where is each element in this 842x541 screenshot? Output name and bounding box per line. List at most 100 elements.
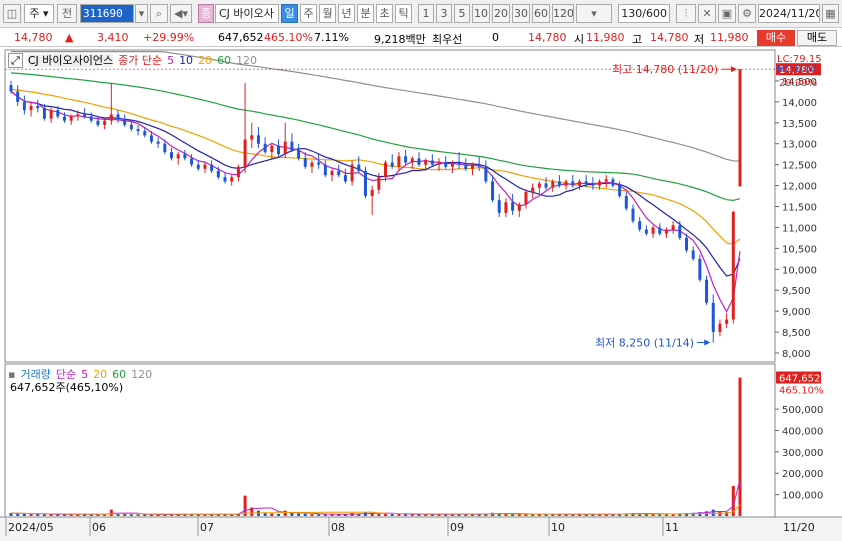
volume-bar: [517, 514, 521, 516]
x-last-label: 11/20: [783, 521, 815, 534]
volume-tick-label: 200,000: [782, 469, 823, 480]
candle-body: [29, 106, 33, 111]
high-annotation: 최고 14,780 (11/20): [612, 63, 718, 76]
x-tick-label: 2024/05: [8, 521, 54, 534]
candle-body: [410, 158, 414, 163]
candle-body: [738, 69, 742, 187]
candle-body: [517, 204, 521, 211]
candle-body: [511, 202, 515, 211]
volume-tick-label: 100,000: [782, 491, 823, 502]
price-tick-label: 12,000: [782, 182, 817, 193]
price-tick-label: 9,500: [782, 286, 811, 297]
volume-bar: [297, 513, 301, 516]
x-tick-label: 10: [551, 521, 565, 534]
volume-bar: [16, 513, 20, 516]
last-volume-label: 647,652: [779, 374, 820, 385]
candle-body: [96, 120, 100, 125]
volume-bar: [42, 514, 46, 516]
candle-body: [417, 158, 421, 165]
volume-bar: [384, 513, 388, 516]
price-legend-ma-label: 종가 단순: [118, 54, 163, 67]
candle-body: [544, 183, 548, 188]
candle-body: [277, 145, 281, 155]
legend-ma5: 5: [167, 54, 175, 67]
price-legend: ⤢ CJ 바이오사이언스 종가 단순 5 10 20 60 120: [8, 52, 262, 68]
volume-bar: [397, 513, 401, 516]
candle-body: [196, 164, 200, 169]
candle-body: [109, 114, 113, 121]
price-tick-label: 11,000: [782, 223, 817, 234]
candle-body: [644, 229, 648, 234]
volume-bar: [63, 514, 67, 516]
candle-body: [116, 114, 120, 119]
candle-body: [711, 302, 715, 333]
candle-body: [270, 145, 274, 153]
volume-bar: [303, 513, 307, 516]
candle-body: [484, 166, 488, 182]
volume-bar: [658, 514, 662, 516]
candle-body: [531, 187, 535, 192]
x-axis-band: [0, 517, 842, 541]
candle-body: [163, 143, 167, 153]
volume-bar: [129, 514, 133, 516]
candle-body: [83, 114, 87, 117]
hc-label: HC:0.00: [777, 64, 817, 75]
candle-body: [156, 141, 160, 144]
candle-body: [464, 164, 468, 169]
price-panel-frame: [4, 49, 776, 363]
candle-body: [404, 156, 408, 163]
volume-bar: [337, 514, 341, 516]
candle-body: [76, 114, 80, 117]
candle-body: [624, 196, 628, 209]
price-tick-label: 13,000: [782, 140, 817, 151]
candle-body: [323, 164, 327, 176]
candle-body: [678, 225, 682, 238]
volume-bar: [718, 511, 722, 516]
candle-body: [731, 211, 735, 320]
volume-bar: [283, 510, 287, 516]
x-tick-label: 07: [200, 521, 214, 534]
candle-body: [136, 129, 140, 132]
candle-body: [691, 250, 695, 259]
volume-bar: [390, 514, 394, 516]
candle-body: [357, 164, 361, 171]
candle-body: [223, 177, 227, 182]
candle-body: [591, 183, 595, 186]
candle-body: [103, 120, 107, 125]
candle-body: [317, 162, 321, 165]
candle-body: [470, 164, 474, 169]
x-tick-label: 09: [450, 521, 464, 534]
candle-body: [725, 319, 729, 324]
candle-body: [170, 152, 174, 159]
candle-body: [36, 106, 40, 109]
volume-last-value: 647,652주(465,10%): [10, 381, 124, 394]
stock-chart[interactable]: 8,000 8,500 9,000 9,500 10,000 10,500 11,000 11…: [0, 0, 842, 541]
price-tick-label: 9,000: [782, 307, 811, 318]
expand-icon[interactable]: ⤢: [8, 53, 23, 68]
candle-body: [631, 208, 635, 222]
candle-body: [611, 179, 615, 186]
price-tick-label: 10,000: [782, 265, 817, 276]
candle-body: [149, 135, 153, 142]
candle-body: [384, 162, 388, 178]
price-tick-label: 8,000: [782, 349, 811, 360]
candle-body: [350, 164, 354, 182]
price-tick-label: 14,000: [782, 98, 817, 109]
candle-body: [430, 160, 434, 165]
last-volume-pct-label: 465.10%: [779, 386, 824, 397]
candle-body: [256, 135, 260, 144]
legend-ma120: 120: [236, 54, 258, 67]
candle-body: [577, 181, 581, 186]
volume-bar: [377, 513, 381, 516]
volume-bar: [270, 513, 274, 516]
price-legend-name: CJ 바이오사이언스: [27, 54, 114, 67]
candle-body: [89, 116, 93, 121]
vol-legend-ma120: 120: [131, 368, 153, 381]
price-tick-label: 13,500: [782, 119, 817, 130]
candle-body: [450, 162, 454, 167]
candle-body: [397, 156, 401, 167]
candle-body: [618, 185, 622, 197]
candle-body: [16, 91, 20, 102]
volume-bar: [109, 509, 113, 516]
volume-bar: [410, 514, 414, 516]
